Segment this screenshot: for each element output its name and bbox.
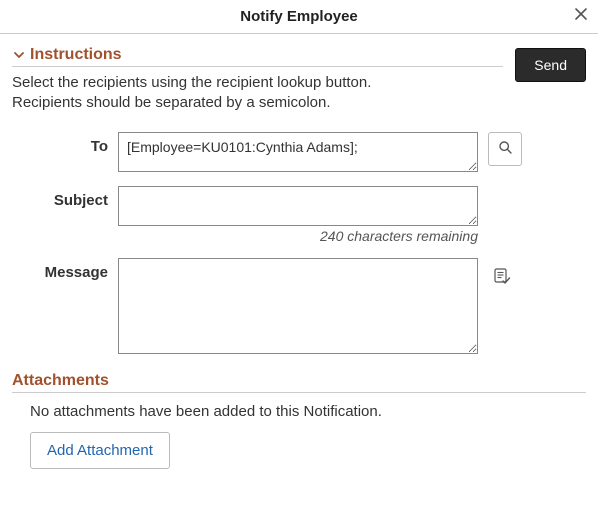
dialog-header: Notify Employee [0, 0, 598, 34]
attachments-section: Attachments No attachments have been add… [12, 372, 586, 469]
instructions-block: Instructions Select the recipients using… [12, 46, 503, 114]
message-template-button[interactable] [490, 266, 514, 290]
top-row: Instructions Select the recipients using… [12, 46, 586, 114]
row-subject: Subject 240 characters remaining [12, 186, 586, 244]
add-attachment-button[interactable]: Add Attachment [30, 432, 170, 469]
attachments-empty-message: No attachments have been added to this N… [30, 403, 586, 420]
instructions-line-1: Select the recipients using the recipien… [12, 73, 503, 93]
label-message: Message [12, 258, 118, 281]
field-wrap-message [118, 258, 514, 354]
note-check-icon [493, 267, 511, 288]
send-button[interactable]: Send [515, 48, 586, 82]
close-button[interactable] [574, 6, 588, 24]
message-input[interactable] [118, 258, 478, 354]
label-to: To [12, 132, 118, 155]
to-input[interactable] [118, 132, 478, 172]
instructions-line-2: Recipients should be separated by a semi… [12, 93, 503, 113]
instructions-header[interactable]: Instructions [12, 46, 503, 67]
instructions-text: Select the recipients using the recipien… [12, 73, 503, 114]
notify-employee-dialog: Notify Employee Instructions Select the … [0, 0, 598, 489]
form-area: To Subject 240 characters remaining [12, 132, 586, 354]
row-to: To [12, 132, 586, 172]
chevron-down-icon [12, 48, 26, 62]
recipient-lookup-button[interactable] [488, 132, 522, 166]
subject-input[interactable] [118, 186, 478, 226]
attachments-heading: Attachments [12, 372, 586, 393]
subject-chars-remaining: 240 characters remaining [118, 228, 478, 244]
field-wrap-to [118, 132, 522, 172]
search-icon [498, 140, 513, 158]
close-icon [574, 5, 588, 25]
instructions-heading-text: Instructions [30, 46, 122, 64]
row-message: Message [12, 258, 586, 354]
label-subject: Subject [12, 186, 118, 209]
dialog-content: Instructions Select the recipients using… [0, 34, 598, 489]
dialog-title: Notify Employee [240, 8, 358, 25]
field-wrap-subject: 240 characters remaining [118, 186, 478, 244]
